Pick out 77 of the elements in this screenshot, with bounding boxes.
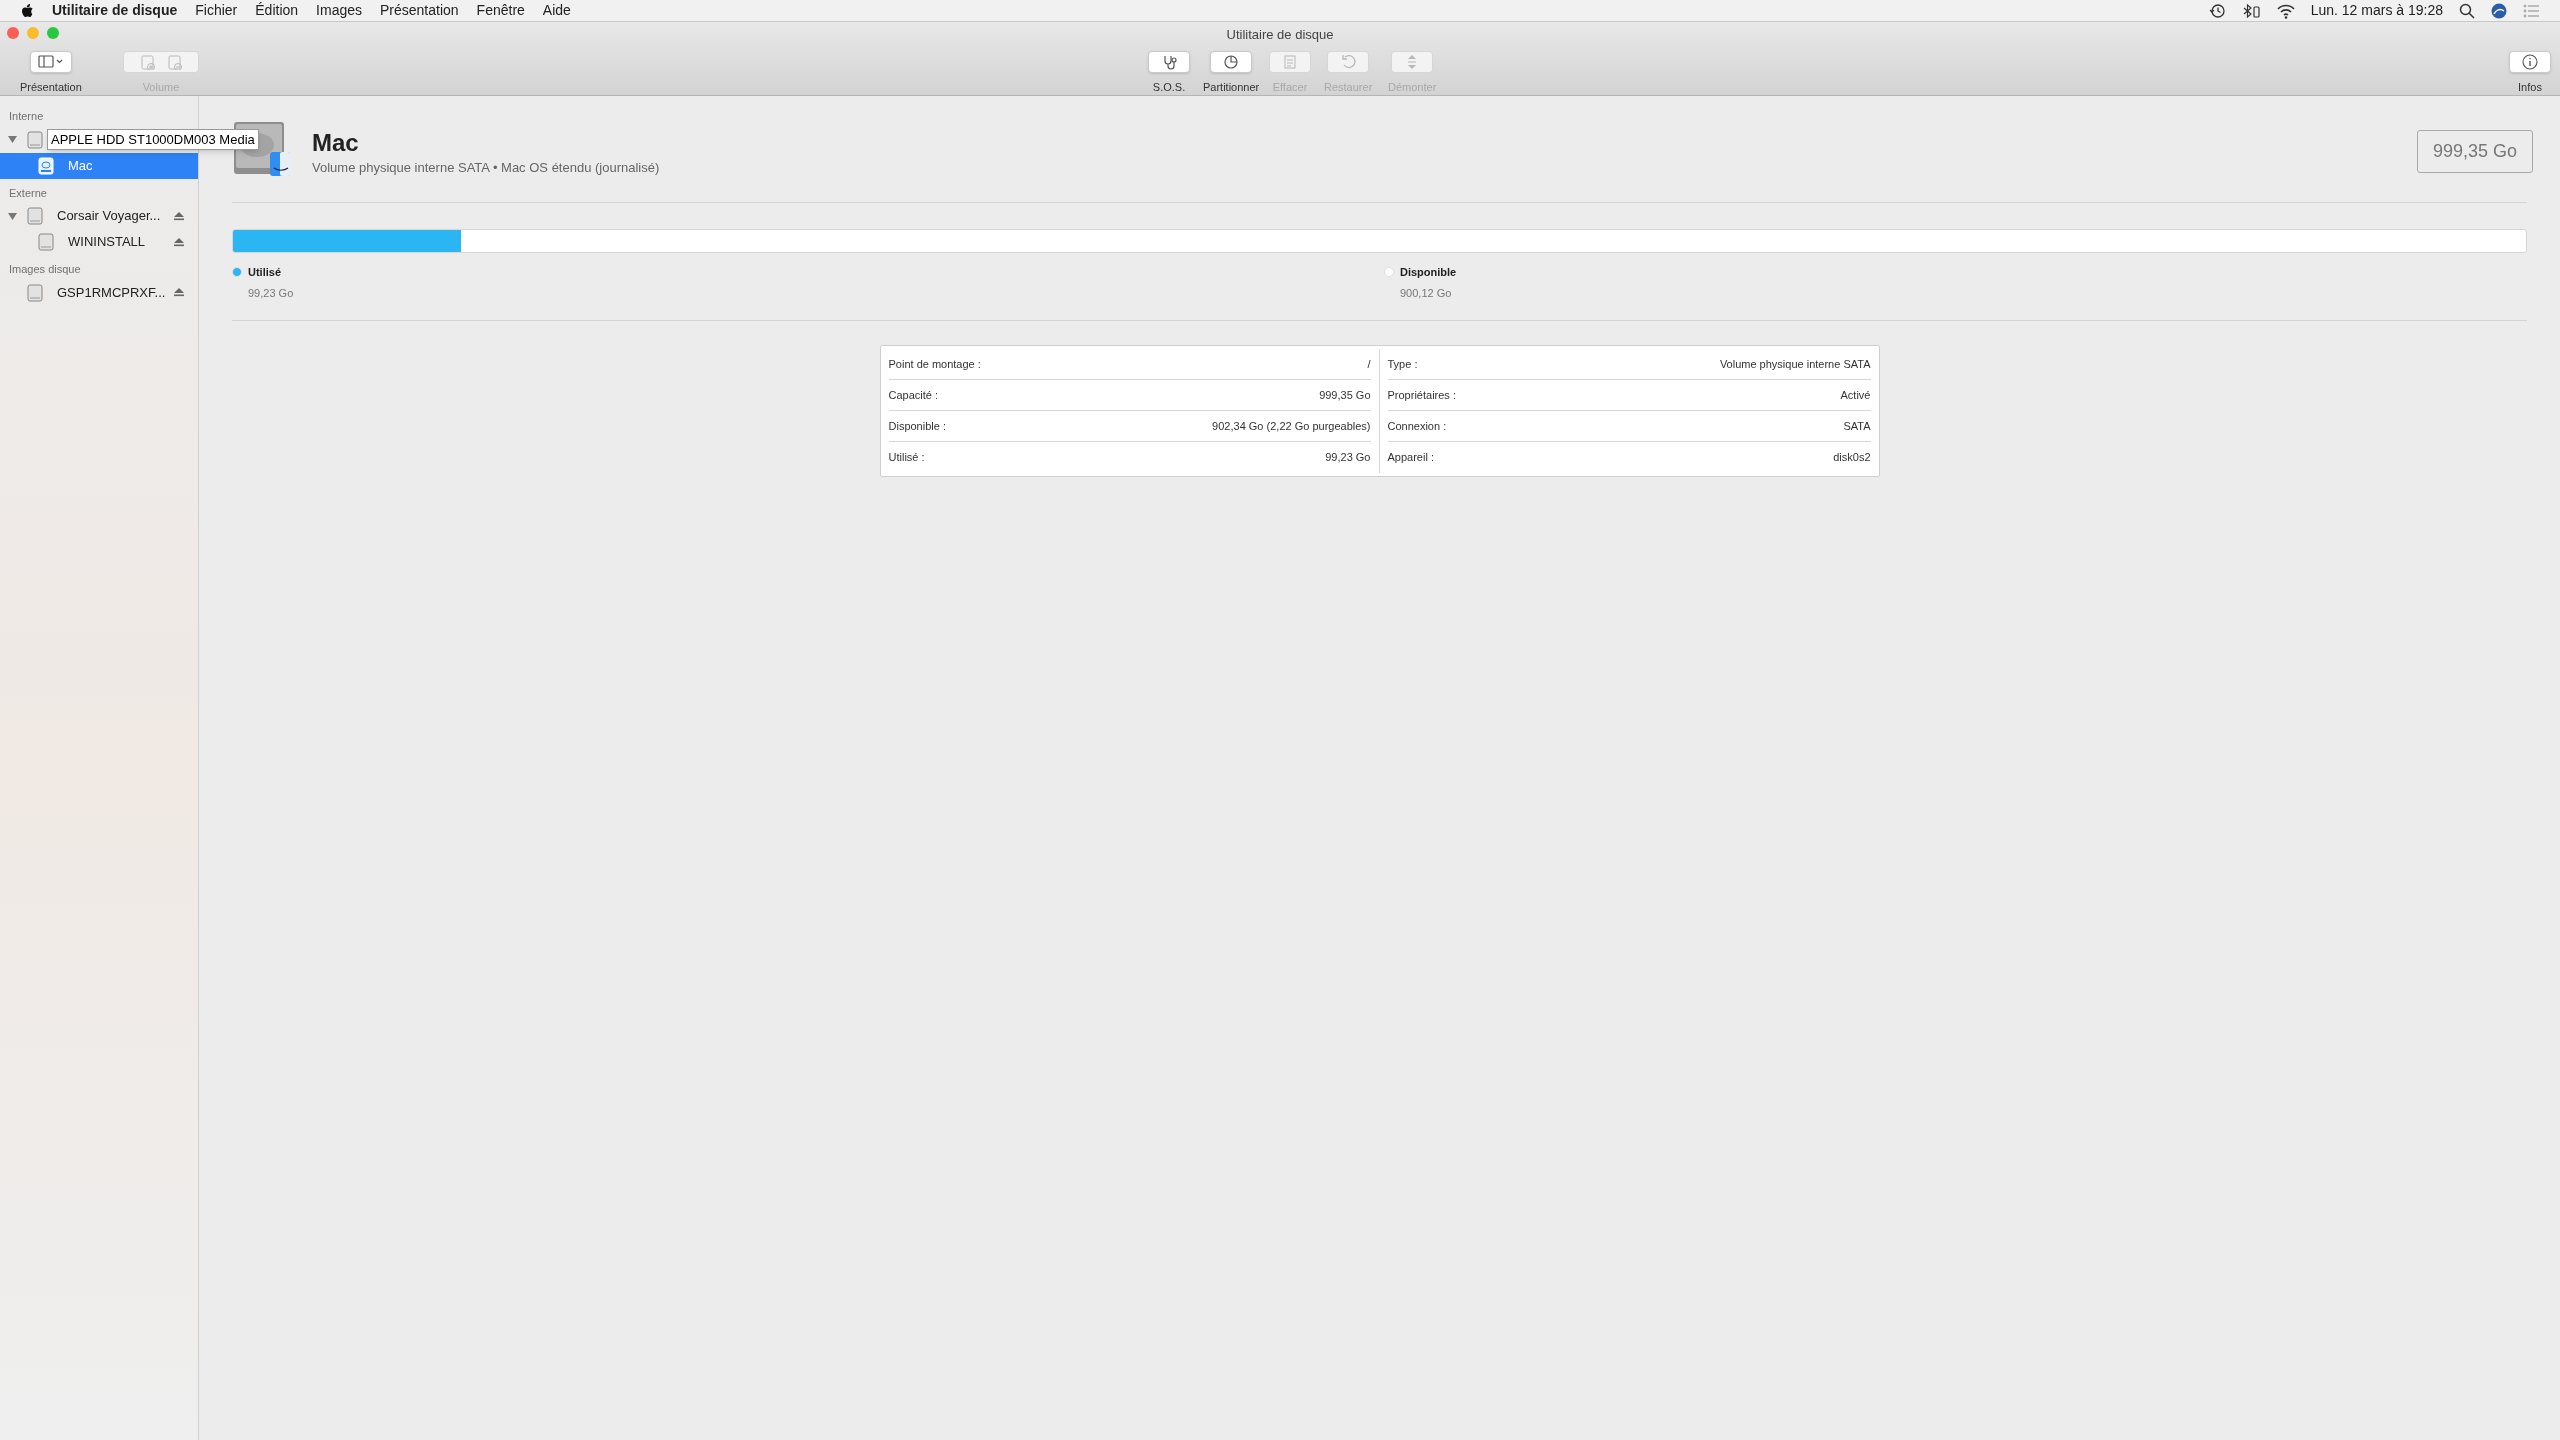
sidebar-item[interactable]: Corsair Voyager... (0, 203, 198, 229)
info-label: Type : (1387, 356, 1418, 372)
globe-icon (2491, 2, 2507, 19)
info-icon (2522, 54, 2538, 70)
info-value: Activé (1840, 387, 1871, 403)
pie-chart-icon (1223, 54, 1240, 70)
eject-icon[interactable] (174, 211, 184, 221)
menu-item[interactable]: Édition (255, 0, 299, 21)
add-remove-volume-icon (139, 54, 183, 70)
section-header: Externe (8, 185, 48, 201)
sidebar-item[interactable]: WININSTALL (0, 229, 198, 255)
sidebar-item-label: Mac (68, 156, 93, 175)
stethoscope-icon (1161, 54, 1177, 70)
search-icon (2459, 2, 2475, 19)
bluetooth-battery-icon (2241, 2, 2261, 19)
apple-logo-icon (20, 3, 34, 18)
sidebar-toggle-icon (37, 54, 64, 70)
eject-icon[interactable] (174, 237, 184, 247)
wifi-icon (2276, 2, 2295, 19)
menu-item[interactable]: Aide (542, 0, 571, 21)
sidebar-item-label: Corsair Voyager... (57, 207, 161, 226)
info-value: 99,23 Go (1325, 450, 1371, 466)
legend-label: Disponible (1400, 265, 1457, 280)
clock-text: Lun. 12 mars à 19:28 (2310, 1, 2443, 20)
document-icon (1282, 54, 1298, 70)
info-label: Connexion : (1387, 418, 1447, 434)
app-menu[interactable]: Utilitaire de disque (52, 0, 178, 21)
capacity-badge: 999,35 Go (2416, 130, 2533, 173)
volume-description: Volume physique interne SATA • Mac OS étendu (journalisé) (312, 159, 660, 177)
toolbar-label: Partitionner (1203, 80, 1260, 95)
info-label: Propriétaires : (1387, 387, 1456, 403)
clock-history-icon (2208, 2, 2226, 19)
info-label: Utilisé : (888, 450, 925, 466)
restore-icon (1340, 54, 1357, 70)
window-title: Utilitaire de disque (1225, 26, 1335, 44)
drive-icon (27, 130, 43, 149)
tooltip: APPLE HDD ST1000DM003 Media (47, 128, 259, 151)
info-value: 902,34 Go (2,22 Go purgeables) (1212, 418, 1371, 434)
info-label: Disponible : (888, 418, 946, 434)
disclosure-triangle-icon[interactable] (8, 211, 17, 221)
toolbar-button[interactable] (29, 51, 72, 73)
toolbar-label: Présentation (20, 80, 82, 95)
drive-icon (38, 233, 54, 251)
drive-icon (27, 283, 43, 302)
sidebar-item[interactable]: GSP1RMCPRXF... (0, 279, 198, 306)
toolbar-label: S.O.S. (1152, 80, 1186, 95)
list-icon (2523, 2, 2540, 19)
drive-icon (38, 156, 54, 175)
legend-label: Utilisé (248, 265, 281, 280)
section-header: Images disque (8, 262, 82, 277)
menu-item[interactable]: Présentation (380, 0, 459, 21)
info-value: / (1367, 356, 1371, 372)
menu-item[interactable]: Fenêtre (476, 0, 525, 21)
eject-icon[interactable] (174, 288, 184, 297)
info-value: disk0s2 (1833, 450, 1871, 466)
sidebar-item-label: GSP1RMCPRXF... (57, 283, 166, 302)
toolbar-label: Infos (2518, 80, 2542, 95)
info-value: Volume physique interne SATA (1719, 356, 1871, 372)
toolbar-button[interactable] (1210, 51, 1253, 73)
info-label: Point de montage : (888, 356, 981, 372)
toolbar-button[interactable] (2509, 51, 2551, 73)
legend-value: 900,12 Go (1399, 285, 1453, 301)
info-label: Appareil : (1387, 450, 1434, 466)
info-value: SATA (1843, 418, 1871, 434)
drive-icon (27, 207, 43, 225)
legend-value: 99,23 Go (247, 285, 295, 301)
info-value: 999,35 Go (1319, 387, 1371, 403)
menu-item[interactable]: Images (316, 0, 362, 21)
close-button[interactable] (7, 27, 19, 39)
menu-item[interactable]: Fichier (195, 0, 238, 21)
section-header: Interne (8, 109, 45, 124)
sidebar-item[interactable]: Mac (0, 152, 198, 179)
toolbar-button[interactable] (1148, 51, 1190, 73)
volume-name: Mac (312, 129, 360, 157)
disclosure-triangle-icon[interactable] (8, 135, 17, 144)
sidebar-item-label: WININSTALL (68, 233, 146, 252)
info-label: Capacité : (888, 387, 939, 403)
